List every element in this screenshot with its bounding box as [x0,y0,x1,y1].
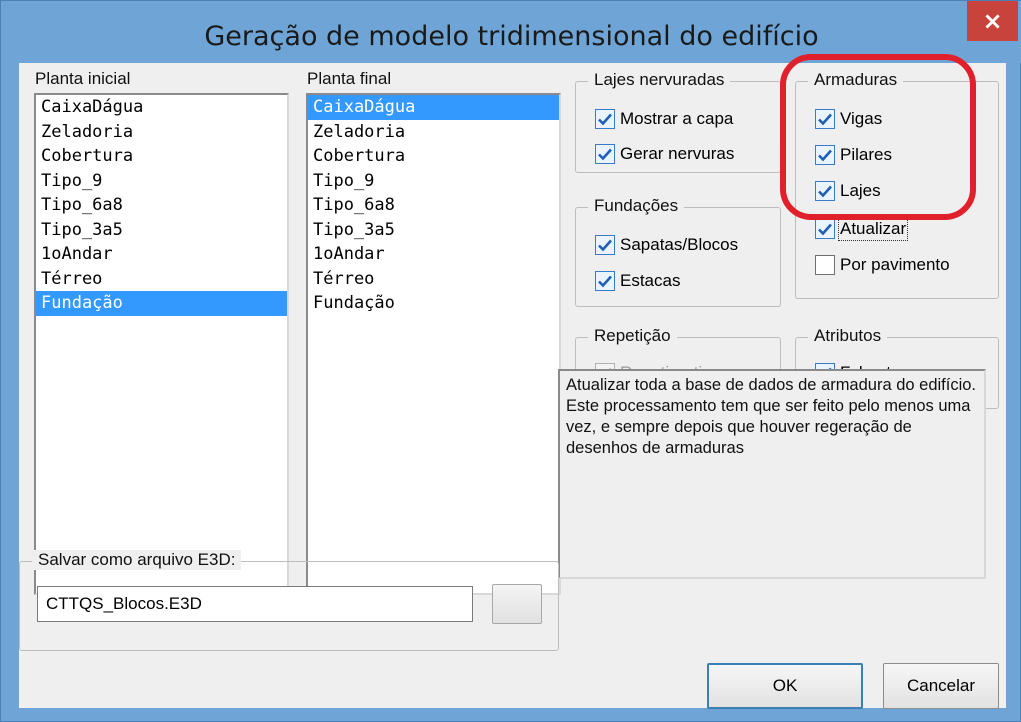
list-item[interactable]: Fundação [308,291,559,316]
cancel-button[interactable]: Cancelar [883,663,999,709]
lajes-nervuradas-title: Lajes nervuradas [588,70,731,90]
por-pavimento-label: Por pavimento [840,255,950,274]
repeticao-title: Repetição [588,326,677,346]
list-item[interactable]: Térreo [36,267,287,292]
highlight-ring [780,54,976,220]
checkbox-box [815,255,835,275]
list-item[interactable]: Cobertura [308,144,559,169]
checkbox-box [595,235,615,255]
ok-button[interactable]: OK [707,663,863,709]
list-item[interactable]: Tipo_3a5 [36,218,287,243]
list-item[interactable]: Tipo_3a5 [308,218,559,243]
estacas-checkbox[interactable]: Estacas [595,271,680,291]
list-item[interactable]: Cobertura [36,144,287,169]
fundacoes-title: Fundações [588,196,685,216]
list-item[interactable]: 1oAndar [308,242,559,267]
planta-inicial-label: Planta inicial [35,69,131,88]
planta-final-label: Planta final [307,69,392,88]
estacas-label: Estacas [620,271,681,290]
list-item[interactable]: Tipo_9 [36,169,287,194]
window-title: Geração de modelo tridimensional do edif… [204,21,819,52]
browse-button[interactable] [492,584,542,624]
list-item[interactable]: CaixaDágua [36,95,287,120]
checkbox-box [595,144,615,164]
filename-input[interactable]: CTTQS_Blocos.E3D [37,586,473,622]
list-item[interactable]: CaixaDágua [308,95,559,120]
gerar-nervuras-label: Gerar nervuras [620,144,735,163]
mostrar-capa-label: Mostrar a capa [620,109,734,128]
list-item[interactable]: Zeladoria [308,120,559,145]
help-description: Atualizar toda a base de dados de armadu… [558,369,986,579]
list-item[interactable]: Fundação [36,291,287,316]
gerar-nervuras-checkbox[interactable]: Gerar nervuras [595,144,734,164]
por-pavimento-checkbox[interactable]: Por pavimento [815,255,950,275]
dialog-window: Geração de modelo tridimensional do edif… [0,0,1021,722]
checkbox-box [595,109,615,129]
list-item[interactable]: Zeladoria [36,120,287,145]
sapatas-blocos-checkbox[interactable]: Sapatas/Blocos [595,235,738,255]
list-item[interactable]: 1oAndar [36,242,287,267]
checkbox-box [595,271,615,291]
list-item[interactable]: Tipo_6a8 [36,193,287,218]
close-button[interactable]: × [967,1,1018,41]
sapatas-blocos-label: Sapatas/Blocos [620,235,739,254]
list-item[interactable]: Tipo_6a8 [308,193,559,218]
salvar-title: Salvar como arquivo E3D: [32,550,242,570]
atributos-title: Atributos [808,326,888,346]
mostrar-capa-checkbox[interactable]: Mostrar a capa [595,109,733,129]
planta-inicial-list[interactable]: CaixaDágua Zeladoria Cobertura Tipo_9 Tipo_6… [34,93,289,595]
planta-final-list[interactable]: CaixaDágua Zeladoria Cobertura Tipo_9 Tipo_6… [306,93,561,595]
list-item[interactable]: Térreo [308,267,559,292]
fundacoes-group: Fundações [575,196,781,307]
list-item[interactable]: Tipo_9 [308,169,559,194]
